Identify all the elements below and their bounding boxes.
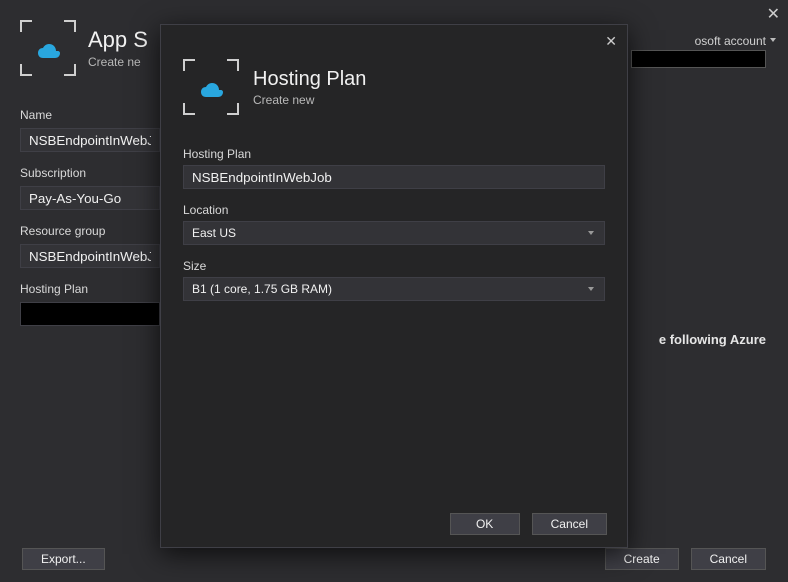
- account-area[interactable]: osoft account: [631, 34, 766, 68]
- hosting-plan-name-label: Hosting Plan: [183, 147, 605, 161]
- location-label: Location: [183, 203, 605, 217]
- dialog-subtitle: Create new: [253, 93, 366, 107]
- dialog-body: Hosting Plan Location East US Size B1 (1…: [161, 131, 627, 501]
- chevron-down-icon: [588, 231, 594, 235]
- cloud-icon: [195, 76, 227, 98]
- account-label: osoft account: [695, 34, 766, 48]
- parent-subtitle: Create ne: [88, 55, 148, 69]
- close-icon[interactable]: ✕: [605, 33, 617, 50]
- close-icon[interactable]: ✕: [767, 4, 780, 24]
- hosting-plan-value-redacted[interactable]: [20, 302, 160, 326]
- hosting-plan-name-input[interactable]: [183, 165, 605, 189]
- dialog-title: Hosting Plan: [253, 68, 366, 91]
- location-value: East US: [192, 226, 236, 240]
- export-button[interactable]: Export...: [22, 548, 105, 570]
- ok-button[interactable]: OK: [450, 513, 520, 535]
- location-select[interactable]: East US: [183, 221, 605, 245]
- parent-title: App S: [88, 27, 148, 53]
- size-label: Size: [183, 259, 605, 273]
- app-service-icon: [20, 20, 76, 76]
- create-button[interactable]: Create: [605, 548, 679, 570]
- cancel-button[interactable]: Cancel: [532, 513, 607, 535]
- size-select[interactable]: B1 (1 core, 1.75 GB RAM): [183, 277, 605, 301]
- subscription-input[interactable]: [20, 186, 160, 210]
- hosting-plan-dialog: ✕ Hosting Plan Create new Hosting Plan L…: [160, 24, 628, 548]
- name-input[interactable]: [20, 128, 160, 152]
- resource-group-input[interactable]: [20, 244, 160, 268]
- dialog-header: Hosting Plan Create new: [161, 25, 627, 131]
- chevron-down-icon: [770, 38, 776, 42]
- hosting-plan-icon: [183, 59, 239, 115]
- dialog-footer: OK Cancel: [161, 501, 627, 547]
- account-value-redacted: [631, 50, 766, 68]
- chevron-down-icon: [588, 287, 594, 291]
- cancel-button[interactable]: Cancel: [691, 548, 766, 570]
- cloud-icon: [32, 37, 64, 59]
- parent-button-row: Export... Create Cancel: [0, 548, 788, 570]
- right-info-text: e following Azure: [659, 332, 766, 347]
- size-value: B1 (1 core, 1.75 GB RAM): [192, 282, 332, 296]
